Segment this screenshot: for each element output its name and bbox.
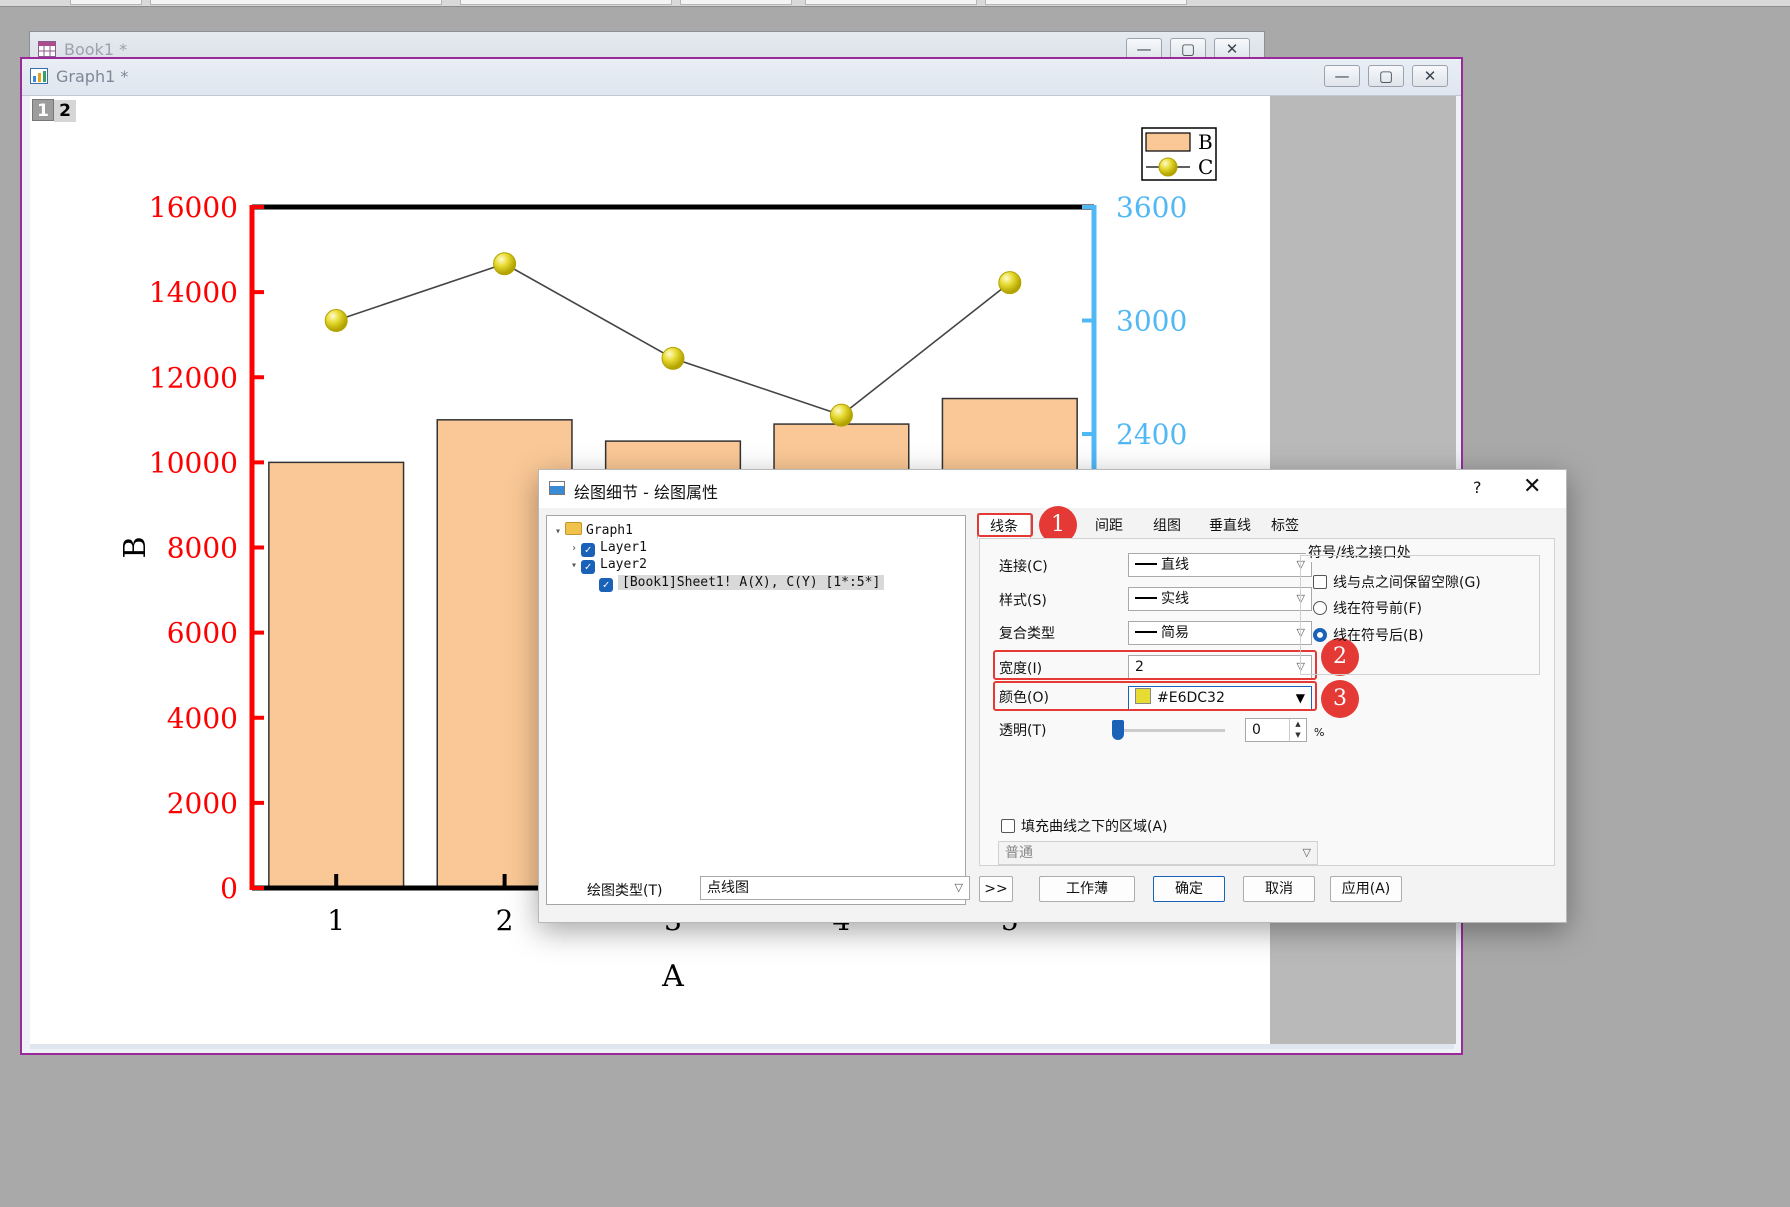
plot-type-value: 点线图 [707, 880, 749, 896]
layer-2-button[interactable]: 2 [54, 100, 76, 122]
compound-type-value: 简易 [1161, 625, 1189, 641]
fill-mode-value: 普通 [1005, 845, 1033, 861]
tree-node-label: Layer2 [600, 557, 647, 572]
highlight-tab-line [977, 513, 1033, 537]
layer-buttons: 12 [32, 99, 76, 122]
connect-select[interactable]: 直线 ▽ [1128, 553, 1312, 577]
plot-type-label: 绘图类型(T) [587, 883, 663, 899]
chevron-down-icon: ▽ [954, 881, 963, 894]
chevron-down-icon: ▽ [1302, 846, 1311, 859]
top-strip-segment [985, 0, 1187, 5]
highlight-width [993, 650, 1317, 680]
line-before-symbol-label: 线在符号前(F) [1333, 601, 1422, 617]
transparency-value: 0 [1252, 722, 1261, 738]
tree-node-plot[interactable]: ✓ [Book1]Sheet1! A(X), C(Y) [1*:5*] [599, 574, 885, 592]
restore-button[interactable]: ▢ [1368, 65, 1404, 87]
compound-type-select[interactable]: 简易 ▽ [1128, 621, 1312, 645]
chevron-down-icon[interactable]: ▾ [551, 523, 565, 541]
line-swatch-icon [1135, 631, 1157, 633]
radio-selected-icon[interactable] [1313, 628, 1327, 642]
tab-spacing[interactable]: 间距 [1084, 513, 1134, 539]
transparency-label: 透明(T) [999, 723, 1047, 739]
top-strip-segment [150, 0, 442, 5]
tab-group[interactable]: 组图 [1142, 513, 1192, 539]
tree-node-layer1[interactable]: › ✓ Layer1 [567, 539, 647, 557]
line-swatch-icon [1135, 563, 1157, 565]
plot-details-dialog[interactable]: 绘图细节 - 绘图属性 ? ✕ ▾ Graph1 › ✓ Layer1 ▾ ✓ Layer… [538, 469, 1567, 923]
folder-icon [565, 522, 582, 535]
fill-under-option[interactable]: 填充曲线之下的区域(A) [1001, 816, 1168, 836]
style-value: 实线 [1161, 591, 1189, 607]
apply-button[interactable]: 应用(A) [1330, 876, 1402, 902]
checkbox-unchecked-icon[interactable] [1313, 575, 1327, 589]
transparency-slider-thumb[interactable] [1112, 720, 1124, 740]
more-button[interactable]: >> [979, 876, 1013, 902]
graph1-titlebar[interactable]: Graph1 * — ▢ ✕ [22, 59, 1461, 96]
fill-mode-select: 普通 ▽ [998, 841, 1318, 865]
dialog-titlebar[interactable]: 绘图细节 - 绘图属性 ? ✕ [539, 470, 1566, 508]
dialog-title: 绘图细节 - 绘图属性 [574, 483, 718, 502]
step-badge-3: 3 [1321, 680, 1359, 718]
radio-unselected-icon[interactable] [1313, 601, 1327, 615]
transparency-input[interactable]: 0 ▲ ▼ [1245, 718, 1307, 742]
compound-type-label: 复合类型 [999, 626, 1055, 642]
plot-tree[interactable]: ▾ Graph1 › ✓ Layer1 ▾ ✓ Layer2 ✓ [Book1]Sheet1… [546, 515, 966, 905]
style-label: 样式(S) [999, 593, 1047, 609]
line-after-symbol-option[interactable]: 线在符号后(B) [1313, 625, 1424, 645]
close-button[interactable]: ✕ [1412, 65, 1448, 87]
line-after-symbol-label: 线在符号后(B) [1333, 628, 1424, 644]
cancel-button[interactable]: 取消 [1243, 876, 1315, 902]
top-strip-segment [70, 0, 142, 5]
plot-type-select[interactable]: 点线图 ▽ [700, 876, 970, 900]
top-strip-segment [680, 0, 792, 5]
checkbox-checked-icon[interactable]: ✓ [581, 560, 595, 574]
spin-up-down-icon[interactable]: ▲ ▼ [1289, 719, 1306, 741]
checkbox-checked-icon[interactable]: ✓ [599, 578, 613, 592]
graph-icon [30, 68, 48, 84]
fill-under-label: 填充曲线之下的区域(A) [1021, 819, 1168, 835]
checkbox-checked-icon[interactable]: ✓ [581, 543, 595, 557]
close-button[interactable]: ✕ [1523, 474, 1541, 499]
minimize-button[interactable]: — [1324, 65, 1360, 87]
top-strip-segment [460, 0, 672, 5]
help-button[interactable]: ? [1473, 478, 1482, 497]
highlight-color [993, 681, 1317, 711]
checkbox-unchecked-icon[interactable] [1001, 819, 1015, 833]
tab-drop-lines[interactable]: 垂直线 [1200, 513, 1260, 539]
line-swatch-icon [1135, 597, 1157, 599]
workbook-icon [38, 41, 56, 57]
transparency-slider-track[interactable] [1115, 729, 1225, 732]
graph-page-bottom [30, 1044, 1454, 1049]
tree-node-layer2[interactable]: ▾ ✓ Layer2 [567, 556, 647, 574]
transparency-unit: % [1314, 726, 1325, 739]
tree-node-label-selected: [Book1]Sheet1! A(X), C(Y) [1*:5*] [618, 575, 885, 590]
connect-value: 直线 [1161, 557, 1189, 573]
dialog-app-icon [549, 481, 565, 495]
gap-option-label: 线与点之间保留空隙(G) [1333, 575, 1481, 591]
app-top-strip [0, 0, 1790, 7]
tab-labels[interactable]: 标签 [1263, 513, 1307, 539]
line-before-symbol-option[interactable]: 线在符号前(F) [1313, 598, 1422, 618]
chevron-down-icon[interactable]: ▾ [567, 557, 581, 575]
layer-1-button[interactable]: 1 [32, 99, 54, 121]
style-select[interactable]: 实线 ▽ [1128, 587, 1312, 611]
graph1-title: Graph1 * [56, 67, 129, 86]
tree-node-label: Graph1 [586, 523, 633, 538]
tree-node-label: Layer1 [600, 540, 647, 555]
connect-label: 连接(C) [999, 559, 1048, 575]
ok-button[interactable]: 确定 [1153, 876, 1225, 902]
gap-option[interactable]: 线与点之间保留空隙(G) [1313, 572, 1481, 592]
workbook-button[interactable]: 工作薄 [1039, 876, 1135, 902]
top-strip-segment [805, 0, 977, 5]
tree-node-graph1[interactable]: ▾ Graph1 [551, 522, 633, 540]
